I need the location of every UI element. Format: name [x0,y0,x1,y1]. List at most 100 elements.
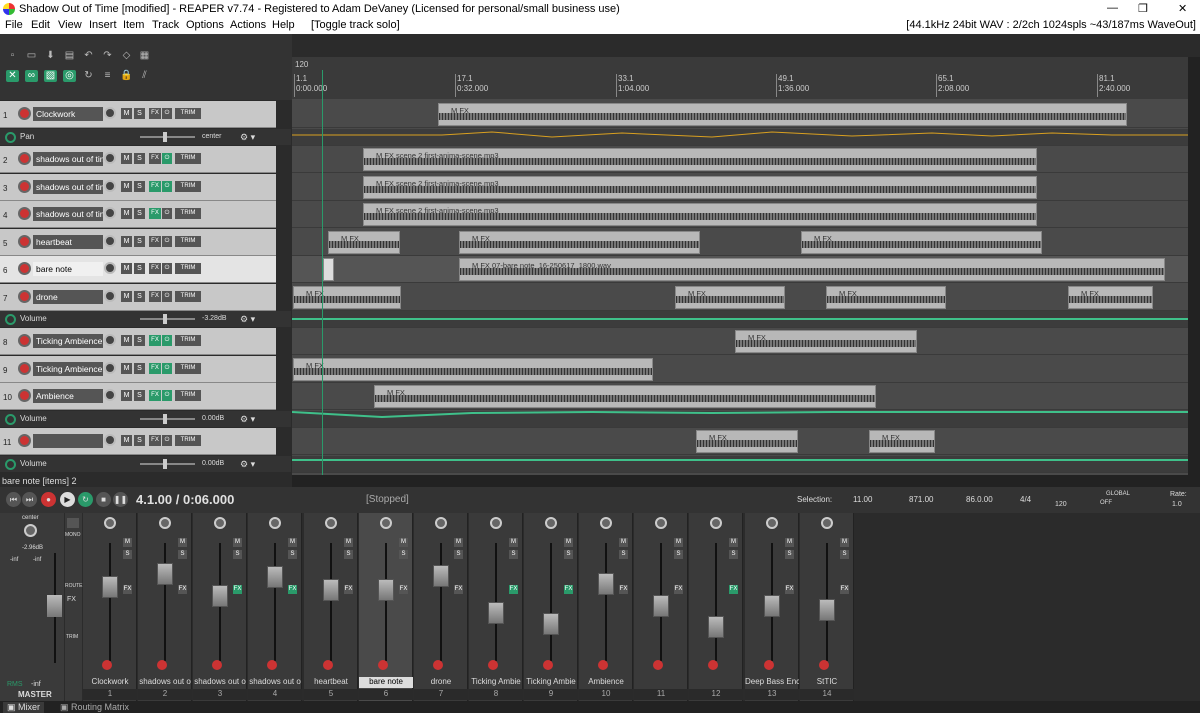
solo-button[interactable]: S [134,390,145,401]
rate-value[interactable]: 1.0 [1172,501,1182,508]
envelope-power-icon[interactable] [5,414,16,425]
mute-button[interactable]: M [178,538,187,547]
envelope-slider[interactable] [140,136,195,138]
fader-handle[interactable] [488,602,504,624]
mute-button[interactable]: M [729,538,738,547]
fx-bypass-button[interactable]: ⏻ [162,435,172,446]
pan-knob[interactable] [269,517,281,529]
fx-button[interactable]: FX [509,585,518,594]
tempo-display[interactable]: 120 [1055,501,1067,508]
route-button[interactable]: ROUTE [65,583,83,589]
envelope-slider-knob[interactable] [163,132,167,142]
record-arm-button[interactable] [18,180,31,193]
gear-icon[interactable]: ⚙ ▾ [240,314,255,325]
stop-button[interactable]: ■ [96,492,111,507]
media-item[interactable]: M FX [801,231,1042,254]
master-fx-button[interactable]: FX [67,596,76,603]
mute-button[interactable]: M [509,538,518,547]
solo-button[interactable]: S [509,550,518,559]
fader-handle[interactable] [212,585,228,607]
solo-button[interactable]: S [134,208,145,219]
record-arm-button[interactable] [157,660,167,670]
solo-button[interactable]: S [619,550,628,559]
master-fader[interactable] [47,595,62,617]
media-item[interactable]: M FX [735,330,917,353]
record-arm-button[interactable] [323,660,333,670]
mute-button[interactable]: M [121,263,132,274]
mute-button[interactable]: M [121,291,132,302]
fx-button[interactable]: FX [149,181,161,192]
mono-button[interactable]: MONO [65,532,81,538]
envelope-power-icon[interactable] [5,459,16,470]
pan-knob[interactable] [325,517,337,529]
record-arm-button[interactable] [18,107,31,120]
solo-button[interactable]: S [134,236,145,247]
solo-button[interactable]: S [729,550,738,559]
fx-bypass-button[interactable]: ⏻ [162,390,172,401]
go-to-start-icon[interactable]: ⏮ [6,492,21,507]
solo-button[interactable]: S [134,435,145,446]
record-arm-button[interactable] [18,235,31,248]
track-name[interactable]: bare note [33,262,103,276]
grouping-icon[interactable]: ◎ [63,70,76,82]
fader-handle[interactable] [157,563,173,585]
trim-button[interactable]: TRIM [175,363,201,374]
record-arm-button[interactable] [764,660,774,670]
track-name[interactable]: Ticking Ambience [33,334,103,348]
media-item[interactable]: M FX [675,286,785,309]
track-name[interactable]: heartbeat [33,235,103,249]
media-item[interactable]: M FX [293,358,653,381]
record-arm-button[interactable] [543,660,553,670]
track-8[interactable]: 8 Ticking Ambience M S FX ⏻ TRIM [0,328,276,355]
envelope-lane-pan[interactable]: Pan center ⚙ ▾ [0,129,291,145]
fader-handle[interactable] [708,616,724,638]
solo-button[interactable]: S [134,363,145,374]
track-name[interactable]: Clockwork [33,107,103,121]
pan-knob[interactable] [821,517,833,529]
timeline-ruler[interactable]: 120 1.1 0:00.000 17.1 0:32.000 33.1 1:04… [292,57,1188,99]
solo-button[interactable]: S [288,550,297,559]
fx-button[interactable]: FX [149,153,161,164]
mute-button[interactable]: M [454,538,463,547]
maximize-icon[interactable]: ❐ [1138,2,1148,15]
solo-button[interactable]: S [134,181,145,192]
record-arm-button[interactable] [18,207,31,220]
solo-button[interactable]: S [178,550,187,559]
mixer-strip-7[interactable]: M S FX drone 7 [414,513,468,701]
record-arm-button[interactable] [212,660,222,670]
fx-button[interactable]: FX [123,585,132,594]
record-arm-button[interactable] [433,660,443,670]
media-item[interactable]: M FX [869,430,935,453]
media-item[interactable]: M FX scene 2 first-anima-scene.mp3 [363,203,1037,226]
media-item[interactable]: M FX [374,385,876,408]
fx-button[interactable]: FX [674,585,683,594]
media-item[interactable]: M FX [438,103,1127,126]
mixer-strip-1[interactable]: M S FX Clockwork 1 [83,513,137,701]
volume-knob[interactable] [104,180,116,192]
pan-knob[interactable] [766,517,778,529]
track-name[interactable]: shadows out of tim [33,180,103,194]
fx-button[interactable]: FX [288,585,297,594]
trim-button[interactable]: TRIM [175,236,201,247]
solo-button[interactable]: S [785,550,794,559]
mute-button[interactable]: M [121,153,132,164]
mixer-strip-6[interactable]: M S FX bare note 6 [359,513,413,701]
pan-knob[interactable] [490,517,502,529]
fader-handle[interactable] [102,576,118,598]
fx-bypass-button[interactable]: ⏻ [162,335,172,346]
record-arm-button[interactable] [18,434,31,447]
selection-end[interactable]: 871.00 [909,495,933,504]
record-arm-button[interactable] [18,389,31,402]
record-arm-button[interactable] [708,660,718,670]
volume-knob[interactable] [104,334,116,346]
fx-bypass-button[interactable]: ⏻ [162,153,172,164]
solo-button[interactable]: S [233,550,242,559]
record-arm-button[interactable] [18,334,31,347]
fx-button[interactable]: FX [149,435,161,446]
master-trim-button[interactable]: TRIM [66,634,78,640]
solo-button[interactable]: S [454,550,463,559]
selection-start[interactable]: 11.00 [853,495,872,504]
fx-button[interactable]: FX [564,585,573,594]
record-arm-button[interactable] [819,660,829,670]
mute-button[interactable]: M [123,538,132,547]
